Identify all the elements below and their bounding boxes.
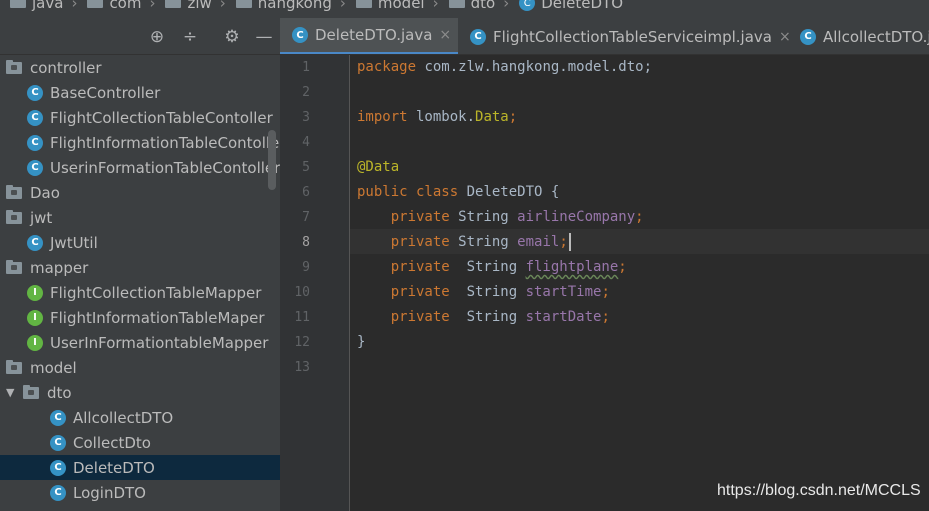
code-line-3[interactable]: import lombok.Data; (357, 105, 517, 130)
tree-item-flightcollectiontablecontoller[interactable]: C FlightCollectionTableContoller (0, 105, 280, 130)
class-icon: C (50, 409, 66, 426)
locate-icon[interactable]: ⊕ (147, 27, 167, 47)
tree-item-dao[interactable]: Dao (0, 180, 280, 205)
folder-icon (23, 384, 39, 399)
code-line-5[interactable]: @Data (357, 155, 399, 180)
collapse-all-icon[interactable]: ÷ (180, 27, 200, 47)
code-line-12[interactable]: } (357, 330, 365, 355)
tree-item-flightcollectiontablemapper[interactable]: I FlightCollectionTableMapper (0, 280, 280, 305)
folder-icon (87, 0, 104, 8)
line-number: 1 (302, 60, 310, 75)
breadcrumb: java › com › zlw › hangkong › model › dto › CD… (0, 0, 929, 18)
gear-icon[interactable]: ⚙ (222, 27, 242, 47)
breadcrumb-item-hangkong[interactable]: hangkong › (235, 0, 346, 12)
line-number: 9 (302, 260, 310, 275)
class-icon: C (27, 134, 43, 151)
line-number-gutter: 1 2 3 4 5 6 7 8 9 10 11 12 13 (280, 55, 350, 511)
tree-item-flightinformationtablecontoller[interactable]: C FlightInformationTableContoller (0, 130, 280, 155)
line-number: 3 (302, 110, 310, 125)
breadcrumb-item-com[interactable]: com › (87, 0, 155, 12)
line-number: 11 (294, 310, 310, 325)
tree-item-jwtutil[interactable]: C JwtUtil (0, 230, 280, 255)
class-icon: C (470, 28, 486, 45)
tree-item-controller[interactable]: controller (0, 55, 280, 80)
project-panel: ⊕ ÷ ⚙ — controller C BaseController C Flig… (0, 18, 280, 511)
tree-item-userinformationtablemapper[interactable]: I UserInFormationtableMapper (0, 330, 280, 355)
folder-icon (355, 0, 372, 8)
breadcrumb-item-dto[interactable]: dto › (448, 0, 509, 12)
line-number: 4 (302, 135, 310, 150)
folder-icon (448, 0, 465, 8)
breadcrumb-item-deletedto[interactable]: C DeleteDTO (519, 0, 623, 12)
tree-item-allcollectdto[interactable]: C AllcollectDTO (0, 405, 280, 430)
watermark: https://blog.csdn.net/MCCLS (717, 482, 921, 499)
interface-icon: I (27, 309, 43, 326)
line-number: 13 (294, 360, 310, 375)
tab-deletedto[interactable]: C DeleteDTO.java × (280, 18, 458, 54)
breadcrumb-item-model[interactable]: model › (355, 0, 439, 12)
folder-icon (235, 0, 252, 8)
editor-tabs: C DeleteDTO.java × C FlightCollectionTableS… (280, 18, 929, 55)
tree-item-mapper[interactable]: mapper (0, 255, 280, 280)
line-number: 5 (302, 160, 310, 175)
line-number: 12 (294, 335, 310, 350)
tab-allcollectdto[interactable]: CAllcollectDTO.java (788, 18, 929, 54)
close-icon[interactable]: × (439, 27, 451, 43)
class-icon: C (50, 459, 66, 476)
expand-arrow-icon[interactable]: ▼ (6, 386, 16, 399)
code-line-6[interactable]: public class DeleteDTO { (357, 180, 559, 205)
folder-icon (10, 0, 26, 8)
tree-item-deletedto[interactable]: C DeleteDTO (0, 455, 280, 480)
interface-icon: I (27, 334, 43, 351)
tree-item-dto[interactable]: ▼ dto (0, 380, 280, 405)
class-icon: C (27, 159, 43, 176)
folder-icon (6, 184, 22, 199)
folder-icon (6, 59, 22, 74)
code-editor[interactable]: package com.zlw.hangkong.model.dto; impo… (350, 55, 929, 511)
line-number: 6 (302, 185, 310, 200)
class-icon: C (27, 109, 43, 126)
project-toolbar: ⊕ ÷ ⚙ — (0, 18, 280, 55)
code-line-8[interactable]: private String email; (357, 230, 571, 255)
class-icon: C (519, 0, 536, 11)
tree-item-basecontroller[interactable]: C BaseController (0, 80, 280, 105)
hide-icon[interactable]: — (254, 27, 274, 47)
breadcrumb-item-zlw[interactable]: zlw › (165, 0, 226, 12)
text-caret (568, 233, 571, 251)
tree-item-userinformationtablecontoller[interactable]: C UserinFormationTableContoller (0, 155, 280, 180)
tree-item-jwt[interactable]: jwt (0, 205, 280, 230)
folder-icon (6, 259, 22, 274)
interface-icon: I (27, 284, 43, 301)
code-line-11[interactable]: private String startDate; (357, 305, 610, 330)
tree-item-model[interactable]: model (0, 355, 280, 380)
tree-item-collectdto[interactable]: C CollectDto (0, 430, 280, 455)
code-line-7[interactable]: private String airlineCompany; (357, 205, 644, 230)
tab-flightcollectiontableserviceimpl[interactable]: C FlightCollectionTableServiceimpl.java × (458, 18, 791, 54)
class-icon: C (27, 84, 43, 101)
code-line-9[interactable]: private String flightplane; (357, 255, 627, 280)
tree-item-logindto[interactable]: C LoginDTO (0, 480, 280, 505)
class-icon: C (292, 27, 308, 43)
line-number-current: 8 (302, 235, 310, 250)
folder-icon (165, 0, 182, 8)
code-line-1[interactable]: package com.zlw.hangkong.model.dto; (357, 55, 652, 80)
line-number: 10 (294, 285, 310, 300)
class-icon: C (800, 28, 816, 45)
code-line-10[interactable]: private String startTime; (357, 280, 610, 305)
line-number: 2 (302, 85, 310, 100)
breadcrumb-item-java[interactable]: java › (10, 0, 77, 12)
tree-item-flightinformationtablemaper[interactable]: I FlightInformationTableMaper (0, 305, 280, 330)
class-icon: C (50, 484, 66, 501)
folder-icon (6, 209, 22, 224)
class-icon: C (50, 434, 66, 451)
folder-icon (6, 359, 22, 374)
project-scrollbar[interactable] (268, 130, 276, 190)
line-number: 7 (302, 210, 310, 225)
class-icon: C (27, 234, 43, 251)
